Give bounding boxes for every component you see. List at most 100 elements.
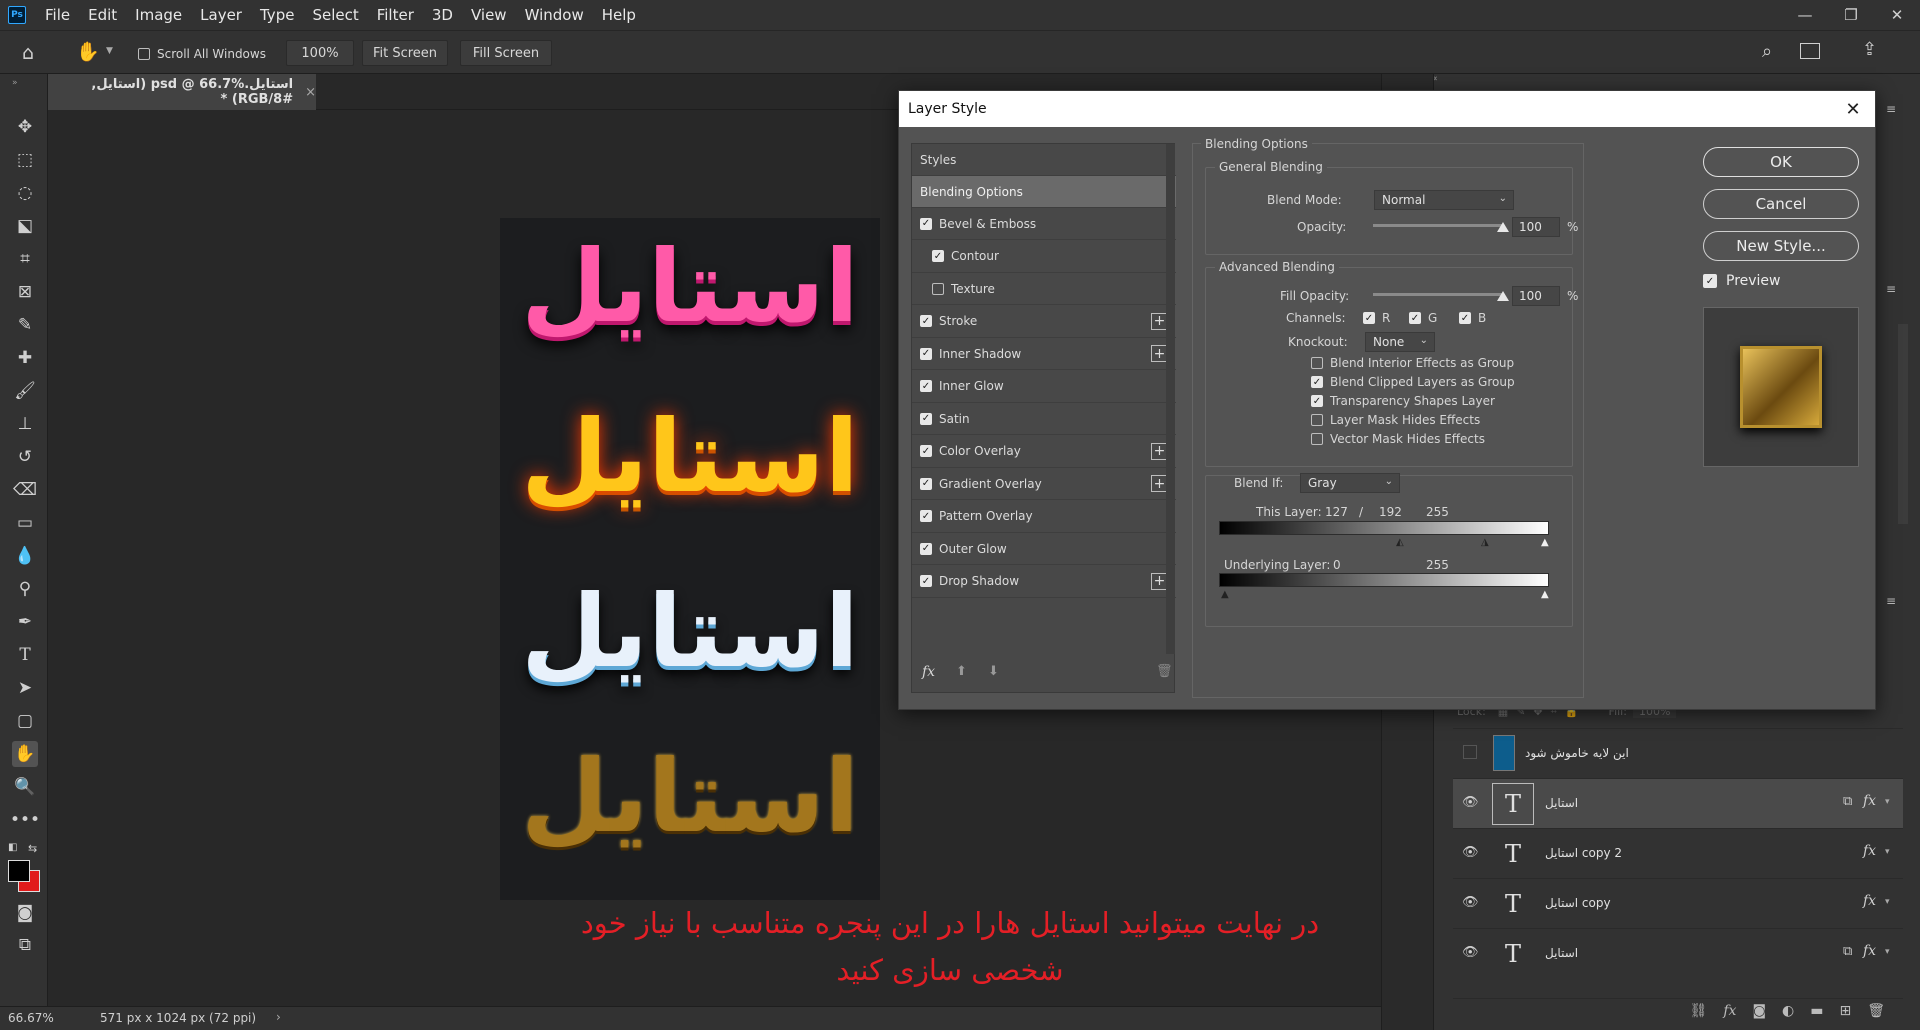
search-icon[interactable]: ⌕ — [1762, 41, 1772, 62]
effect-item[interactable]: ✓ Color Overlay + — [912, 436, 1176, 468]
zoom-tool-icon[interactable]: 🔍 — [12, 774, 38, 800]
history-brush-tool-icon[interactable]: ↺ — [12, 444, 38, 470]
marquee-tool-icon[interactable]: ⬚ — [12, 147, 38, 173]
new-style-button[interactable]: New Style... — [1703, 231, 1859, 261]
checkbox-icon[interactable]: ✓ — [920, 575, 932, 587]
fill-screen-button[interactable]: Fill Screen — [460, 40, 552, 66]
checkbox-icon[interactable]: ✓ — [920, 412, 932, 425]
fill-opacity-slider[interactable] — [1373, 293, 1503, 296]
opacity-slider-thumb[interactable] — [1497, 222, 1509, 232]
cancel-button[interactable]: Cancel — [1703, 189, 1859, 219]
menu-type[interactable]: Type — [251, 0, 303, 30]
menu-view[interactable]: View — [462, 0, 516, 30]
menu-3d[interactable]: 3D — [423, 0, 462, 30]
dialog-close-icon[interactable]: ✕ — [1841, 97, 1865, 121]
advanced-blend-option[interactable]: Vector Mask Hides Effects — [1311, 432, 1485, 446]
eraser-tool-icon[interactable]: ⌫ — [12, 477, 38, 503]
effect-item[interactable]: ✓ Bevel & Emboss — [912, 208, 1176, 240]
checkbox-icon[interactable]: ✓ — [920, 347, 932, 360]
eye-icon[interactable]: 👁 — [1462, 795, 1479, 810]
fill-opacity-input[interactable]: 100 — [1512, 286, 1560, 306]
styles-item[interactable]: Styles — [912, 144, 1176, 176]
effect-item[interactable]: ✓ Inner Shadow + — [912, 338, 1176, 370]
opacity-input[interactable]: 100 — [1512, 217, 1560, 237]
add-style-icon[interactable]: fx — [1723, 1003, 1736, 1019]
checkbox-icon[interactable]: ✓ — [920, 542, 932, 555]
expand-effects-icon[interactable]: ▾ — [1885, 897, 1890, 907]
close-document-icon[interactable]: × — [305, 85, 316, 100]
checkbox-icon[interactable]: ✓ — [920, 477, 932, 490]
home-icon[interactable]: ⌂ — [22, 42, 34, 64]
zoom-100-button[interactable]: 100% — [286, 40, 354, 66]
fx-menu-icon[interactable]: fx — [922, 664, 935, 680]
hand-tool-icon[interactable]: ✋ — [12, 741, 38, 767]
checkbox-icon[interactable]: ✓ — [932, 250, 944, 262]
blend-mode-select[interactable]: Normal ⌄ — [1374, 190, 1514, 210]
layer-row[interactable]: 👁 T استایل ⧉ fx ▾ — [1453, 928, 1903, 978]
checkbox-icon[interactable] — [932, 282, 944, 295]
delete-layer-icon[interactable]: 🗑 — [1867, 1003, 1885, 1019]
foreground-color-swatch[interactable] — [8, 860, 30, 882]
screen-mode-icon[interactable]: ⧉ — [12, 932, 38, 958]
document-artboard[interactable]: استایل استایل استایل استایل — [500, 218, 880, 900]
effect-item[interactable]: ✓ Gradient Overlay + — [912, 468, 1176, 500]
share-icon[interactable]: ⇪ — [1862, 39, 1877, 60]
styles-scrollbar[interactable] — [1166, 144, 1175, 654]
fx-icon[interactable]: fx — [1863, 793, 1876, 809]
effect-item[interactable]: ✓ Drop Shadow + — [912, 566, 1176, 598]
object-selection-tool-icon[interactable]: ⬕ — [12, 213, 38, 239]
panel-scrollbar[interactable] — [1898, 324, 1908, 524]
eye-icon[interactable]: 👁 — [1462, 845, 1479, 860]
checkbox-icon[interactable]: ✓ — [920, 217, 932, 230]
visibility-off-box[interactable] — [1463, 745, 1477, 759]
this-layer-gradient[interactable] — [1219, 521, 1549, 535]
move-down-icon[interactable]: ⬇ — [988, 664, 999, 679]
layer-row[interactable]: 👁 T استایل copy fx ▾ — [1453, 878, 1903, 928]
healing-brush-tool-icon[interactable]: ✚ — [12, 345, 38, 371]
swap-colors-icon[interactable]: ⇆ — [28, 842, 37, 855]
new-group-icon[interactable]: ▬ — [1810, 1003, 1823, 1019]
advanced-blend-option[interactable]: ✓ Transparency Shapes Layer — [1311, 394, 1495, 408]
eye-icon[interactable]: 👁 — [1462, 945, 1479, 960]
new-layer-icon[interactable]: ⊞ — [1839, 1003, 1851, 1019]
this-layer-white-thumb[interactable]: ▲ — [1541, 537, 1549, 548]
eyedropper-tool-icon[interactable]: ✎ — [12, 312, 38, 338]
panel-menu-icon-2[interactable]: ≡ — [1886, 282, 1896, 296]
link-layers-icon[interactable]: ⛓ — [1690, 1003, 1708, 1019]
menu-filter[interactable]: Filter — [368, 0, 423, 30]
frame-tool-icon[interactable]: ⊠ — [12, 279, 38, 305]
clone-stamp-tool-icon[interactable]: ⊥ — [12, 411, 38, 437]
advanced-blend-option[interactable]: Layer Mask Hides Effects — [1311, 413, 1480, 427]
underlying-black-thumb[interactable]: ▲ — [1221, 589, 1229, 600]
this-layer-split-thumb-right[interactable]: ◮ — [1481, 537, 1489, 548]
menu-select[interactable]: Select — [303, 0, 367, 30]
menu-file[interactable]: File — [36, 0, 79, 30]
crop-tool-icon[interactable]: ⌗ — [12, 246, 38, 272]
layer-row-selected[interactable]: 👁 T استایل ⧉ fx ▾ — [1453, 778, 1903, 828]
close-window-icon[interactable]: ✕ — [1874, 0, 1920, 30]
delete-effect-icon[interactable]: 🗑 — [1156, 664, 1173, 679]
fx-icon[interactable]: fx — [1863, 943, 1876, 959]
eye-icon[interactable]: 👁 — [1462, 895, 1479, 910]
collapse-toolbar-icon[interactable]: » — [12, 78, 18, 88]
preview-checkbox[interactable]: ✓ Preview — [1703, 273, 1781, 289]
underlying-layer-gradient[interactable] — [1219, 573, 1549, 587]
quick-mask-icon[interactable]: ◙ — [12, 900, 38, 926]
move-tool-icon[interactable]: ✥ — [12, 114, 38, 140]
menu-help[interactable]: Help — [593, 0, 645, 30]
adjustment-layer-icon[interactable]: ◐ — [1782, 1003, 1794, 1019]
effect-item[interactable]: ✓ Inner Glow — [912, 371, 1176, 403]
fit-screen-button[interactable]: Fit Screen — [362, 40, 448, 66]
more-tools-icon[interactable]: ••• — [10, 807, 40, 833]
ok-button[interactable]: OK — [1703, 147, 1859, 177]
this-layer-split-thumb-left[interactable]: ◭ — [1396, 537, 1404, 548]
blend-if-select[interactable]: Gray ⌄ — [1300, 473, 1400, 493]
effect-item[interactable]: ✓ Contour — [912, 241, 1176, 273]
gradient-tool-icon[interactable]: ▭ — [12, 510, 38, 536]
type-tool-icon[interactable]: T — [12, 642, 38, 668]
expand-effects-icon[interactable]: ▾ — [1885, 797, 1890, 807]
checkbox-icon[interactable]: ✓ — [920, 445, 932, 457]
default-colors-icon[interactable]: ◧ — [8, 842, 17, 853]
channel-g-checkbox[interactable]: ✓ G — [1409, 311, 1437, 325]
minimize-icon[interactable]: — — [1782, 0, 1828, 30]
